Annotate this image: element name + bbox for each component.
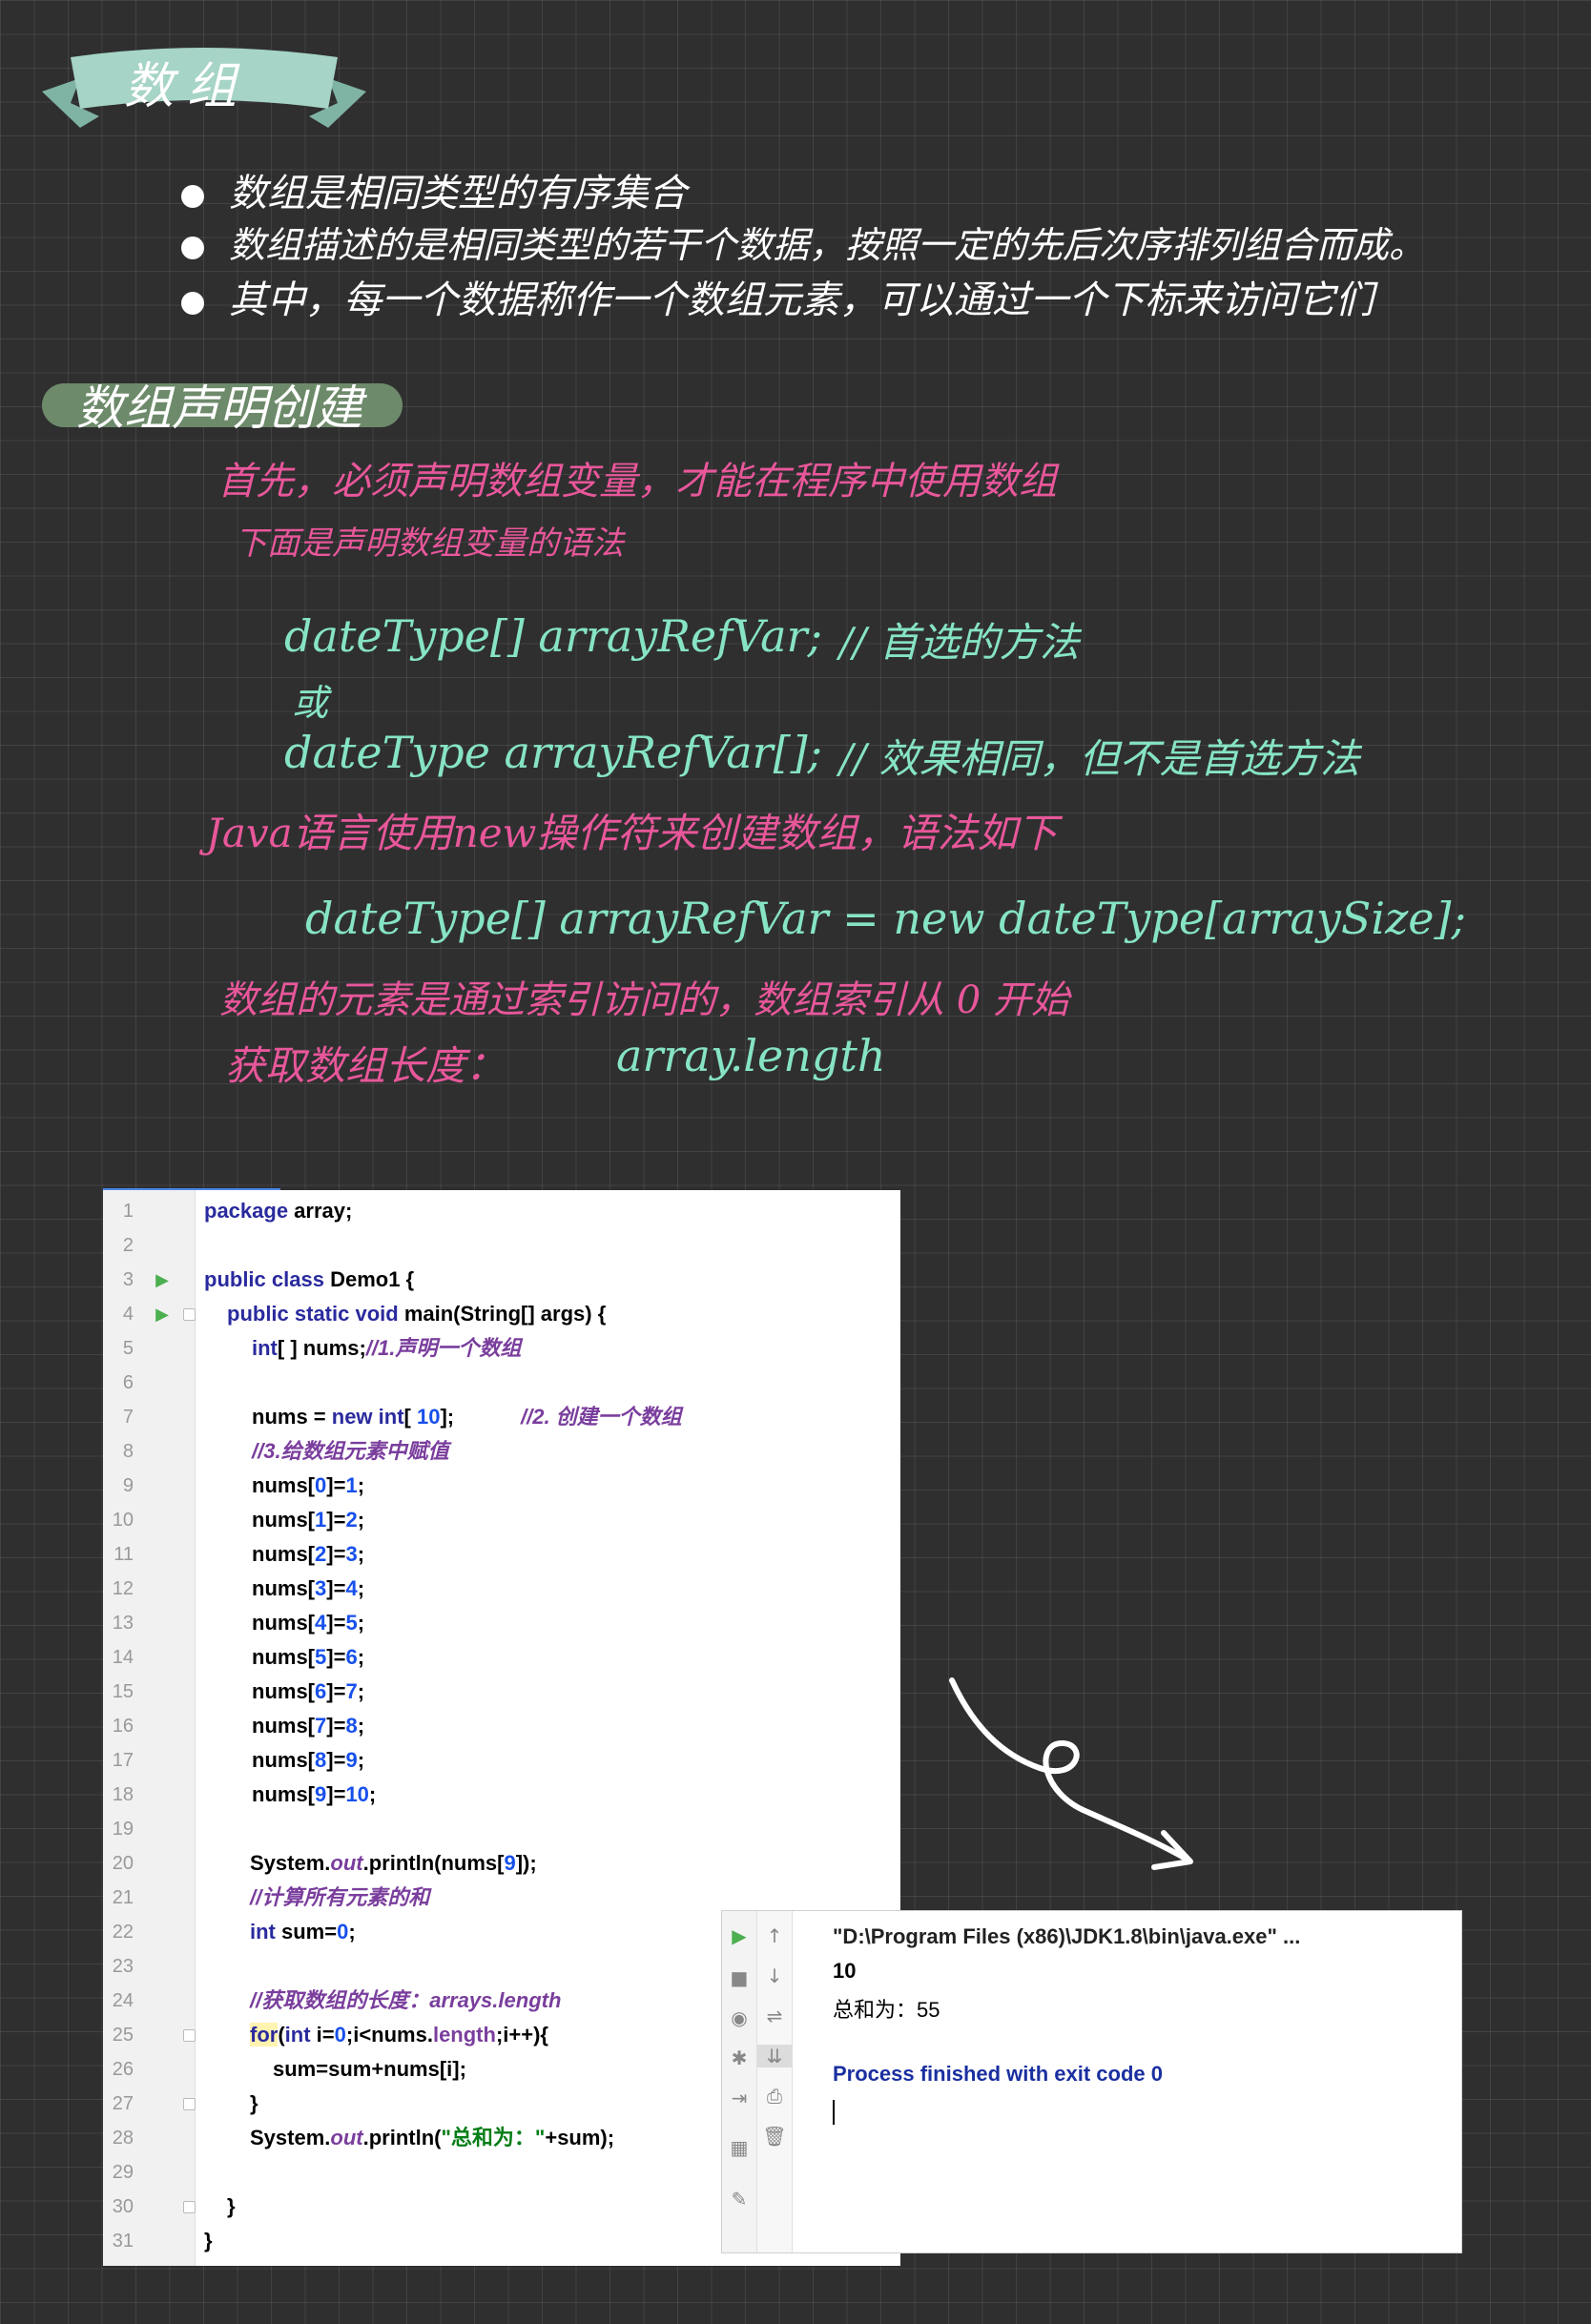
syntax-alternative: dateType arrayRefVar[]; <box>284 727 823 778</box>
code-line: 19 <box>112 1819 134 1840</box>
bullet-item: 数组描述的是相同类型的若干个数据，按照一定的先后次序排列组合而成。 <box>181 216 1425 268</box>
debug-icon[interactable]: ✱ <box>722 2046 756 2069</box>
stop-icon[interactable]: ■ <box>722 1966 756 1989</box>
code-line: 9 nums[0]=1; <box>122 1473 365 1497</box>
console-toolbar-right: ↑ ↓ ⇌ ⇊ ⎙ 🗑 <box>757 1911 793 2252</box>
code-line: 11 nums[2]=3; <box>114 1542 365 1566</box>
code-line: 8//3.给数组元素中赋值 <box>122 1439 449 1463</box>
console-exit-message: Process finished with exit code 0 <box>833 2062 1163 2086</box>
camera-icon[interactable]: ◉ <box>722 2006 756 2029</box>
console-command: "D:\Program Files (x86)\JDK1.8\bin\java.… <box>833 1924 1301 1948</box>
code-line: 16 nums[7]=8; <box>112 1714 365 1738</box>
bullet-dot-icon <box>181 185 204 208</box>
trash-icon[interactable]: 🗑 <box>757 2125 792 2148</box>
code-line: 14 nums[5]=6; <box>112 1645 365 1669</box>
code-line: 20 System.out.println(nums[9]); <box>112 1851 537 1875</box>
fold-icon[interactable] <box>183 2029 196 2042</box>
code-line: 13 nums[4]=5; <box>112 1611 365 1635</box>
syntax-preferred-comment: // 首选的方法 <box>839 619 1080 666</box>
note-line-4: 数组的元素是通过索引访问的，数组索引从 0 开始 <box>219 978 1069 1022</box>
run-gutter-icon[interactable]: ▶ <box>153 1297 172 1331</box>
code-line: 5 int[ ] nums;//1.声明一个数组 <box>122 1336 522 1360</box>
layout-icon[interactable]: ▦ <box>722 2136 756 2159</box>
exit-icon[interactable]: ⇥ <box>722 2087 756 2109</box>
code-line: 6 <box>122 1372 134 1393</box>
code-line: 4 ▶ public static void main(String[] args)… <box>103 1297 900 1331</box>
loop-arrow-icon <box>949 1677 1193 1870</box>
run-gutter-icon[interactable]: ▶ <box>153 1263 172 1297</box>
text-cursor <box>833 2100 835 2125</box>
up-arrow-icon[interactable]: ↑ <box>757 1924 792 1947</box>
code-line: 7 nums = new int[ 10];//2. 创建一个数组 <box>122 1405 682 1429</box>
note-line-1: 首先，必须声明数组变量，才能在程序中使用数组 <box>217 460 1057 504</box>
code-line: 18 nums[9]=10; <box>112 1782 377 1806</box>
note-line-2: 下面是声明数组变量的语法 <box>235 524 624 563</box>
bullet-dot-icon <box>181 237 204 259</box>
bullet-dot-icon <box>181 292 204 315</box>
code-line: 15 nums[6]=7; <box>112 1679 365 1703</box>
pin-icon[interactable]: ✎ <box>722 2188 756 2211</box>
fold-icon[interactable] <box>183 2201 196 2213</box>
code-line: 2 <box>122 1235 134 1256</box>
bullet-item: 数组是相同类型的有序集合 <box>181 162 687 217</box>
scroll-to-end-icon[interactable]: ⇊ <box>757 2045 792 2067</box>
bullet-item: 其中，每一个数据称作一个数组元素，可以通过一个下标来访问它们 <box>181 269 1374 324</box>
console-output-line: 总和为：55 <box>833 1998 940 2022</box>
syntax-alternative-comment: // 效果相同，但不是首选方法 <box>839 735 1360 782</box>
console-output-line: 10 <box>833 1959 857 1983</box>
note-line-5-label: 获取数组长度： <box>225 1042 506 1089</box>
code-line: 12 nums[3]=4; <box>112 1576 365 1600</box>
rerun-icon[interactable]: ▶ <box>722 1924 756 1947</box>
syntax-or: 或 <box>292 682 329 724</box>
code-line: 1 package array; <box>122 1199 353 1223</box>
code-line: 3 ▶ public class Demo1 { <box>103 1263 900 1297</box>
note-line-5-code: array.length <box>616 1030 886 1081</box>
console-toolbar-left: ▶ ■ ◉ ✱ ⇥ ▦ ✎ <box>722 1911 757 2252</box>
code-line: 21//计算所有元素的和 <box>112 1885 430 1909</box>
section-title: 数组声明创建 <box>76 380 362 436</box>
page-title: 数组 <box>124 58 251 115</box>
code-line: 10 nums[1]=2; <box>112 1508 365 1532</box>
down-arrow-icon[interactable]: ↓ <box>757 1964 792 1987</box>
run-console: ▶ ■ ◉ ✱ ⇥ ▦ ✎ ↑ ↓ ⇌ ⇊ ⎙ 🗑 "D:\Program Fi… <box>722 1911 1461 2252</box>
syntax-create: dateType[] arrayRefVar = new dateType[ar… <box>305 893 1466 944</box>
fold-icon[interactable] <box>183 2098 196 2110</box>
note-line-3: Java语言使用new操作符来创建数组，语法如下 <box>206 810 1058 856</box>
soft-wrap-icon[interactable]: ⇌ <box>757 2005 792 2027</box>
fold-icon[interactable] <box>183 1308 196 1321</box>
syntax-preferred: dateType[] arrayRefVar; <box>284 610 823 662</box>
print-icon[interactable]: ⎙ <box>757 2085 792 2108</box>
code-line: 17 nums[8]=9; <box>112 1748 365 1772</box>
